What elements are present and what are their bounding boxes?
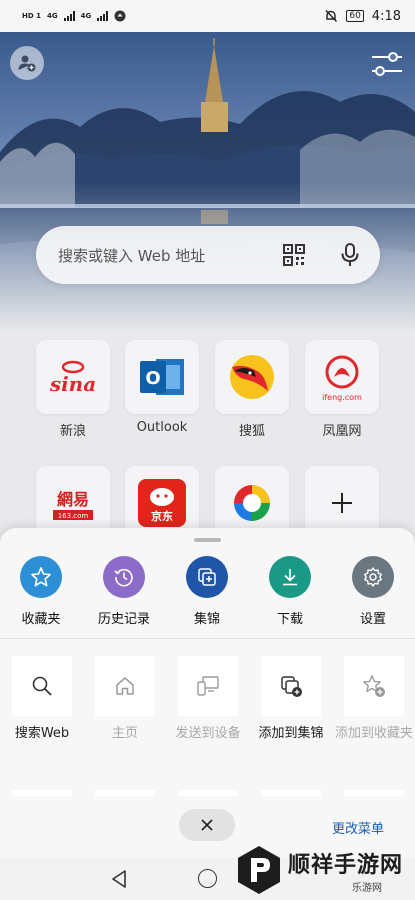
- menu-item-placeholder: [178, 790, 238, 796]
- browser-menu-sheet: 收藏夹 历史记录 集锦 下载 设置 搜索Web 主页 发送到设备 添加到集锦 添…: [0, 528, 415, 858]
- watermark-text: 顺祥手游网: [288, 851, 404, 878]
- signal-1-icon: [63, 11, 75, 21]
- top-site-label: 搜狐: [238, 424, 265, 439]
- search-web-button[interactable]: [12, 656, 72, 716]
- mute-bell-icon: [325, 10, 338, 22]
- add-to-collections-label: 添加到集锦: [258, 726, 324, 741]
- battery-indicator: 60: [346, 10, 364, 22]
- top-site-outlook[interactable]: O: [125, 340, 199, 414]
- background-image: [0, 32, 415, 332]
- status-bar-left: HD 1 4G 4G: [22, 10, 126, 22]
- history-icon: [114, 568, 133, 587]
- add-to-collections-icon: [281, 676, 302, 697]
- send-to-device-label: 发送到设备: [175, 726, 241, 741]
- svg-text:ifeng.com: ifeng.com: [322, 393, 362, 402]
- menu-item-placeholder: [261, 790, 321, 796]
- status-bar: HD 1 4G 4G 60 4:18: [0, 0, 415, 32]
- svg-text:sina: sina: [49, 372, 96, 396]
- favorites-label: 收藏夹: [21, 612, 61, 627]
- history-button[interactable]: [103, 556, 145, 598]
- svg-text:網易: 網易: [57, 490, 89, 509]
- top-site-ifeng[interactable]: ifeng.com: [305, 340, 379, 414]
- top-site-label: 新浪: [59, 424, 86, 439]
- history-label: 历史记录: [97, 612, 150, 627]
- app-notification-icon: [114, 10, 126, 22]
- add-favorite-icon: [363, 675, 385, 697]
- qr-code-scan-icon[interactable]: [282, 243, 306, 267]
- menu-item-placeholder: [344, 790, 404, 796]
- ifeng-logo: ifeng.com: [322, 355, 362, 402]
- downloads-label: 下载: [276, 612, 303, 627]
- edit-menu-link[interactable]: 更改菜单: [332, 818, 384, 837]
- settings-button[interactable]: [352, 556, 394, 598]
- add-to-favorites-label: 添加到收藏夹: [334, 726, 413, 741]
- collections-button[interactable]: [186, 556, 228, 598]
- star-icon: [31, 567, 51, 587]
- top-site-sohu[interactable]: [215, 340, 289, 414]
- back-icon[interactable]: [110, 869, 128, 889]
- add-to-favorites-button[interactable]: [344, 656, 404, 716]
- network-type-1: 4G: [46, 11, 58, 20]
- sliders-icon: [372, 52, 402, 76]
- collections-label: 集锦: [193, 612, 220, 627]
- svg-text:京东: 京东: [151, 509, 173, 523]
- top-site-label: Outlook: [136, 420, 188, 435]
- network-type-2: 4G: [80, 11, 92, 20]
- tencent-news-logo: [234, 485, 270, 521]
- search-bar[interactable]: 搜索或键入 Web 地址: [36, 226, 380, 284]
- favorites-button[interactable]: [20, 556, 62, 598]
- top-site-label: 凤凰网: [322, 424, 362, 439]
- menu-item-placeholder: [12, 790, 72, 796]
- netease-logo: 網易 163.com: [53, 490, 93, 520]
- outlook-logo: O: [140, 359, 184, 395]
- top-site-sina[interactable]: sina: [36, 340, 110, 414]
- microphone-icon[interactable]: [340, 243, 360, 267]
- sina-logo: sina: [49, 360, 96, 396]
- status-bar-right: 60 4:18: [324, 9, 401, 24]
- add-icon: [332, 493, 352, 513]
- collections-icon: [198, 568, 216, 586]
- watermark-emblem: [238, 846, 280, 894]
- close-menu-button[interactable]: [179, 809, 235, 841]
- home-nav-icon[interactable]: [198, 869, 217, 888]
- gear-icon: [364, 567, 382, 587]
- clock: 4:18: [371, 8, 401, 24]
- add-profile-icon: [18, 55, 36, 72]
- search-placeholder: 搜索或键入 Web 地址: [58, 246, 206, 265]
- watermark-subtext: 乐游网: [352, 882, 382, 894]
- settings-label: 设置: [359, 612, 386, 627]
- landscape-illustration: [0, 32, 415, 332]
- search-web-label: 搜索Web: [14, 726, 70, 741]
- download-icon: [283, 569, 297, 586]
- menu-divider: [0, 638, 415, 639]
- sheet-drag-handle[interactable]: [194, 538, 221, 542]
- profile-button[interactable]: [10, 46, 44, 80]
- send-to-device-icon: [197, 676, 219, 696]
- page-settings-button[interactable]: [369, 48, 405, 80]
- add-to-collections-button[interactable]: [261, 656, 321, 716]
- sim1-badge: HD 1: [22, 11, 41, 20]
- close-icon: [201, 819, 213, 831]
- signal-2-icon: [97, 11, 109, 21]
- home-label: 主页: [111, 726, 138, 741]
- sohu-logo: [230, 355, 274, 399]
- send-to-device-button[interactable]: [178, 656, 238, 716]
- home-button[interactable]: [95, 656, 155, 716]
- downloads-button[interactable]: [269, 556, 311, 598]
- jd-logo: 京东: [138, 479, 186, 527]
- svg-text:O: O: [145, 368, 160, 389]
- search-icon: [32, 676, 52, 696]
- menu-item-placeholder: [95, 790, 155, 796]
- watermark-logo: 顺祥手游网 乐游网: [236, 840, 415, 900]
- svg-text:163.com: 163.com: [58, 512, 89, 520]
- home-icon: [116, 677, 134, 695]
